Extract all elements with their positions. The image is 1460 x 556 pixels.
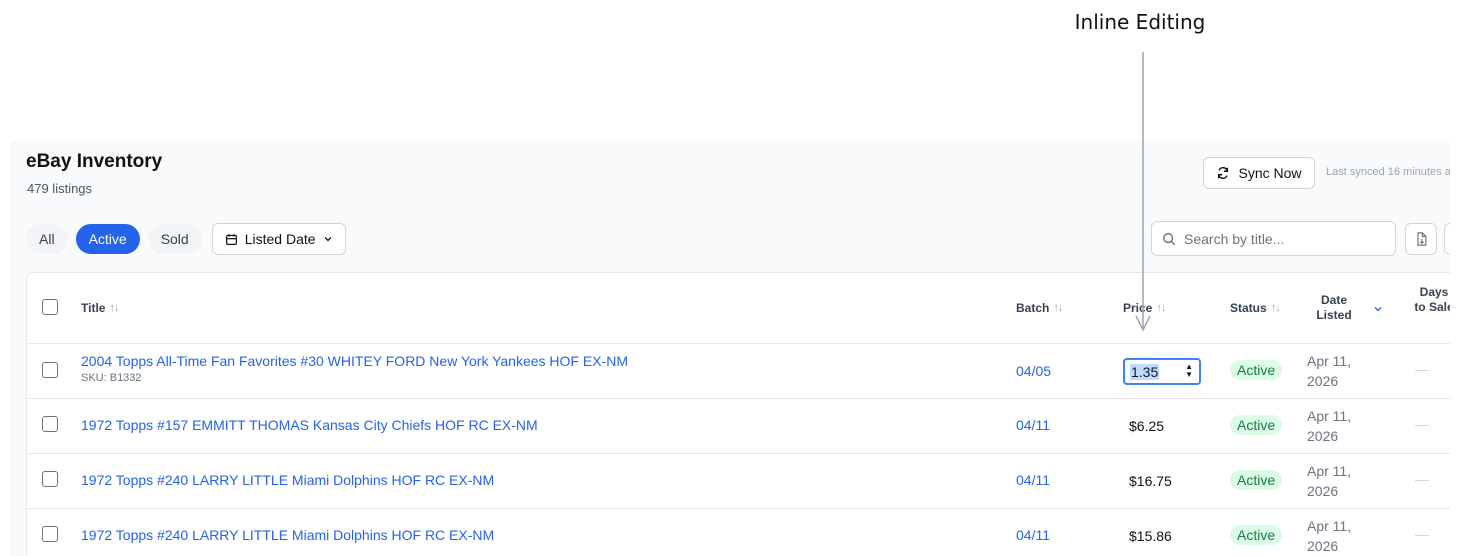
listing-title-link[interactable]: 1972 Topps #240 LARRY LITTLE Miami Dolph… (81, 527, 494, 543)
status-cell: Active (1230, 470, 1283, 490)
page-title: eBay Inventory (26, 151, 163, 172)
column-days-to-sale-label: Days to Sale (1414, 285, 1450, 314)
listing-title-link[interactable]: 1972 Topps #240 LARRY LITTLE Miami Dolph… (81, 472, 494, 488)
title-cell: 2004 Topps All-Time Fan Favorites #30 WH… (81, 353, 628, 384)
listed-date-dropdown[interactable]: Listed Date (211, 223, 346, 255)
table-row[interactable]: 1972 Topps #240 LARRY LITTLE Miami Dolph… (27, 509, 1450, 556)
row-checkbox[interactable] (42, 416, 58, 432)
table-row[interactable]: 1972 Topps #157 EMMITT THOMAS Kansas Cit… (27, 399, 1450, 454)
column-date-listed-label: Date Listed (1316, 293, 1352, 322)
callout-label: Inline Editing (1074, 10, 1206, 34)
price-text[interactable]: $6.25 (1129, 418, 1164, 434)
days-to-sale-text: — (1415, 471, 1429, 487)
tab-all[interactable]: All (26, 224, 68, 254)
status-badge: Active (1230, 525, 1283, 545)
status-cell: Active (1230, 415, 1283, 435)
tab-active[interactable]: Active (75, 224, 140, 254)
price-text[interactable]: $16.75 (1129, 473, 1172, 489)
days-to-sale-text: — (1415, 416, 1429, 432)
days-to-sale-text: — (1415, 361, 1429, 377)
column-status-label: Status (1230, 301, 1267, 315)
date-listed-text: Apr 11, 2026 (1307, 518, 1352, 554)
sync-now-button[interactable]: Sync Now (1203, 157, 1315, 189)
sort-icon: ↑↓ (1156, 302, 1166, 314)
batch-link[interactable]: 04/05 (1016, 363, 1051, 379)
more-button[interactable] (1444, 223, 1450, 255)
sync-now-label: Sync Now (1238, 165, 1302, 181)
search-icon (1163, 232, 1176, 245)
listing-title-link[interactable]: 1972 Topps #157 EMMITT THOMAS Kansas Cit… (81, 417, 538, 433)
row-checkbox[interactable] (42, 471, 58, 487)
batch-link[interactable]: 04/11 (1016, 472, 1050, 488)
column-price-label: Price (1123, 301, 1153, 315)
listing-count: 479 listings (27, 181, 93, 196)
status-cell: Active (1230, 360, 1283, 380)
price-input[interactable]: 1.35 ▲ ▼ (1123, 358, 1201, 385)
title-cell: 1972 Topps #240 LARRY LITTLE Miami Dolph… (81, 527, 494, 543)
sync-icon (1218, 167, 1229, 179)
inventory-table: Title ↑↓ Batch ↑↓ Price ↑↓ Status ↑↓ Date Li… (26, 272, 1450, 556)
export-icon (1416, 232, 1426, 246)
batch-link[interactable]: 04/11 (1016, 527, 1050, 543)
status-badge: Active (1230, 360, 1283, 380)
column-status[interactable]: Status ↑↓ (1230, 301, 1281, 315)
table-row[interactable]: 1972 Topps #240 LARRY LITTLE Miami Dolph… (27, 454, 1450, 509)
date-listed-text: Apr 11, 2026 (1307, 408, 1352, 444)
title-cell: 1972 Topps #157 EMMITT THOMAS Kansas Cit… (81, 417, 538, 433)
listing-title-link[interactable]: 2004 Topps All-Time Fan Favorites #30 WH… (81, 353, 628, 369)
column-title-label: Title (81, 301, 106, 315)
date-listed-text: Apr 11, 2026 (1307, 463, 1352, 499)
stepper-icon[interactable]: ▲ ▼ (1185, 363, 1193, 379)
status-cell: Active (1230, 525, 1283, 545)
sort-icon: ↑↓ (109, 302, 119, 314)
column-batch-label: Batch (1016, 301, 1050, 315)
status-badge: Active (1230, 470, 1283, 490)
table-header: Title ↑↓ Batch ↑↓ Price ↑↓ Status ↑↓ Date Li… (27, 273, 1450, 344)
status-badge: Active (1230, 415, 1283, 435)
column-date-listed[interactable]: Date Listed (1308, 293, 1360, 323)
chevron-down-icon (1374, 307, 1382, 312)
title-cell: 1972 Topps #240 LARRY LITTLE Miami Dolph… (81, 472, 494, 488)
search-input[interactable] (1184, 230, 1374, 247)
export-button[interactable] (1405, 223, 1437, 255)
price-input-value: 1.35 (1130, 363, 1160, 380)
date-listed-text: Apr 11, 2026 (1307, 353, 1352, 389)
chevron-down-icon (324, 237, 332, 242)
column-days-to-sale[interactable]: Days to Sale (1414, 285, 1450, 315)
table-row[interactable]: 2004 Topps All-Time Fan Favorites #30 WH… (27, 344, 1450, 399)
column-title[interactable]: Title ↑↓ (81, 301, 119, 315)
sort-icon: ↑↓ (1270, 302, 1281, 314)
column-batch[interactable]: Batch ↑↓ (1016, 301, 1063, 315)
row-checkbox[interactable] (42, 362, 58, 378)
sku-text: SKU: B1332 (81, 372, 142, 384)
batch-link[interactable]: 04/11 (1016, 417, 1050, 433)
filter-bar: All Active Sold Listed Date (26, 223, 346, 255)
inventory-panel: eBay Inventory 479 listings Sync Now Las… (11, 141, 1450, 556)
column-price[interactable]: Price ↑↓ (1123, 301, 1166, 315)
select-all-checkbox[interactable] (42, 299, 58, 315)
listed-date-label: Listed Date (244, 231, 316, 247)
sort-icon: ↑↓ (1053, 302, 1063, 314)
calendar-icon (225, 233, 237, 245)
days-to-sale-text: — (1415, 526, 1429, 542)
last-synced-text: Last synced 16 minutes ago (1326, 166, 1450, 178)
tab-sold[interactable]: Sold (147, 224, 202, 254)
search-box (1151, 221, 1396, 256)
price-text[interactable]: $15.86 (1129, 528, 1172, 544)
row-checkbox[interactable] (42, 526, 58, 542)
